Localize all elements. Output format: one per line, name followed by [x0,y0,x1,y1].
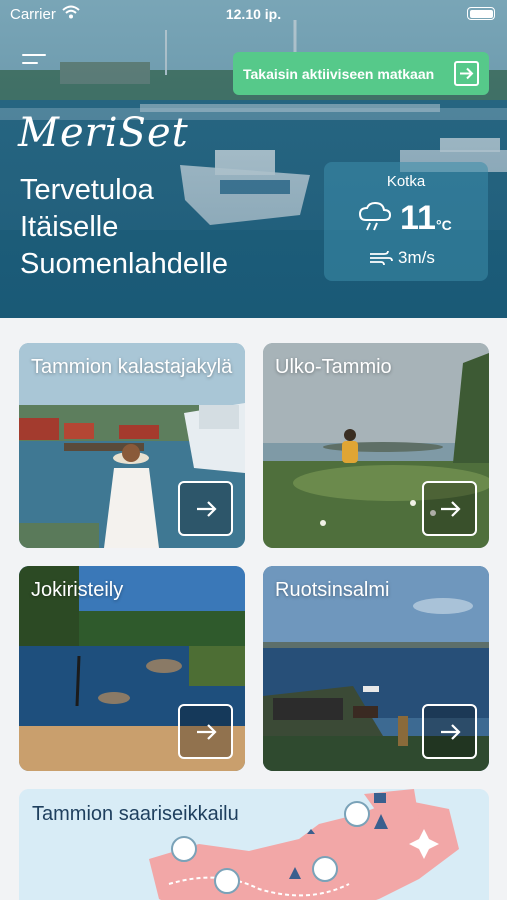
card-title: Tammion kalastajakylä [31,356,233,378]
destination-card-jokiristeily[interactable]: Jokiristeily [19,566,245,771]
card-title: Jokiristeily [31,579,124,601]
back-to-active-trip-button[interactable]: Takaisin aktiiviseen matkaan [233,52,489,95]
weather-unit: °C [436,217,452,233]
hero-header: Carrier 12.10 ip. Takaisin aktiiviseen m… [0,0,507,318]
menu-button[interactable] [22,50,52,72]
welcome-heading: Tervetuloa Itäiselle Suomenlahdelle [20,174,228,280]
wind-icon [369,249,393,272]
weather-widget[interactable]: Kotka 11 °C 3m/s [324,162,488,281]
app-logo: MeriSet [18,110,189,156]
arrow-right-icon [197,724,217,740]
arrow-right-icon [454,61,479,86]
destination-card-ulko-tammio[interactable]: Ulko-Tammio [263,343,489,548]
status-bar: Carrier 12.10 ip. [0,0,507,28]
card-title: Ulko-Tammio [275,356,392,378]
island-adventure-title: Tammion saariseikkailu [32,803,239,825]
destination-card-tammion-kalastajakyla[interactable]: Tammion kalastajakylä [19,343,245,548]
arrow-right-icon [441,501,461,517]
open-destination-button[interactable] [422,481,477,536]
open-destination-button[interactable] [178,704,233,759]
weather-wind: 3m/s [398,248,435,267]
weather-city: Kotka [386,173,426,190]
arrow-right-icon [197,501,217,517]
island-adventure-card[interactable]: Tammion saariseikkailu [19,789,489,900]
open-destination-button[interactable] [422,704,477,759]
open-destination-button[interactable] [178,481,233,536]
card-title: Ruotsinsalmi [275,579,390,601]
hamburger-icon [22,54,46,56]
arrow-right-icon [441,724,461,740]
weather-temperature: 11 [400,199,436,237]
cloud-rain-icon [358,201,392,237]
destination-card-ruotsinsalmi[interactable]: Ruotsinsalmi [263,566,489,771]
back-to-active-trip-label: Takaisin aktiiviseen matkaan [243,65,435,82]
status-time: 12.10 ip. [225,6,282,22]
battery-icon [467,7,495,20]
